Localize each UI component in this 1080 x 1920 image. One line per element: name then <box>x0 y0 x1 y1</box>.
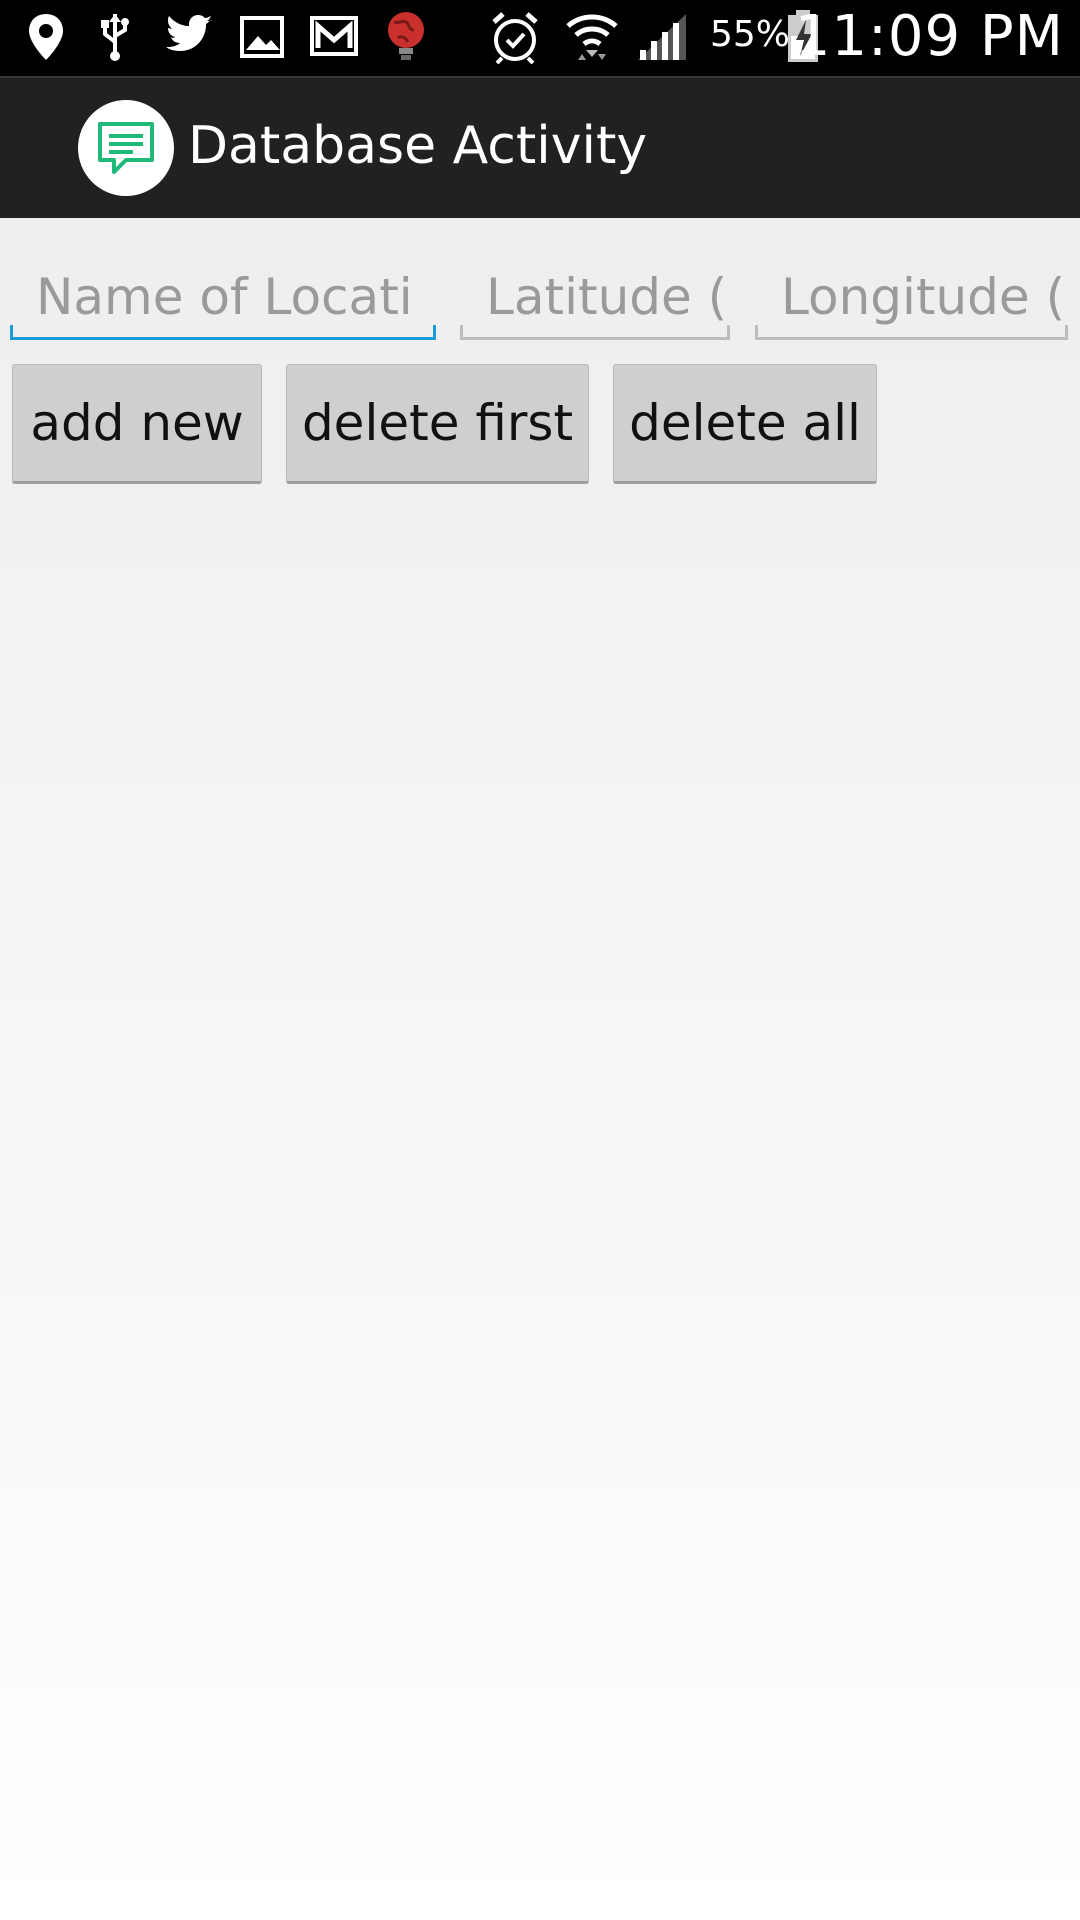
delete-all-button[interactable]: delete all <box>613 364 877 484</box>
app-icon[interactable] <box>78 100 174 196</box>
globe-app-icon <box>384 10 428 64</box>
location-name-input[interactable] <box>10 256 436 337</box>
usb-icon <box>98 12 132 62</box>
gallery-icon <box>240 16 284 58</box>
longitude-input[interactable] <box>755 256 1068 337</box>
latitude-field-container <box>460 256 730 340</box>
delete-first-button[interactable]: delete first <box>286 364 589 484</box>
status-bar: 55% 11:09 PM <box>0 0 1080 76</box>
alarm-icon <box>490 10 540 64</box>
gmail-icon <box>310 16 358 56</box>
clock: 11:09 PM <box>794 4 1064 69</box>
action-bar: Database Activity <box>0 76 1080 218</box>
add-new-button[interactable]: add new <box>12 364 262 484</box>
twitter-icon <box>166 14 214 56</box>
screen: 55% 11:09 PM Database Activity add new d… <box>0 0 1080 1920</box>
location-icon <box>26 12 66 62</box>
app-title: Database Activity <box>188 116 648 176</box>
location-name-field-container <box>10 256 436 340</box>
longitude-field-container <box>755 256 1068 340</box>
latitude-input[interactable] <box>460 256 730 337</box>
chat-bubble-icon <box>98 122 154 174</box>
wifi-icon <box>564 8 620 66</box>
signal-icon <box>634 12 688 62</box>
battery-percent: 55% <box>710 14 791 55</box>
